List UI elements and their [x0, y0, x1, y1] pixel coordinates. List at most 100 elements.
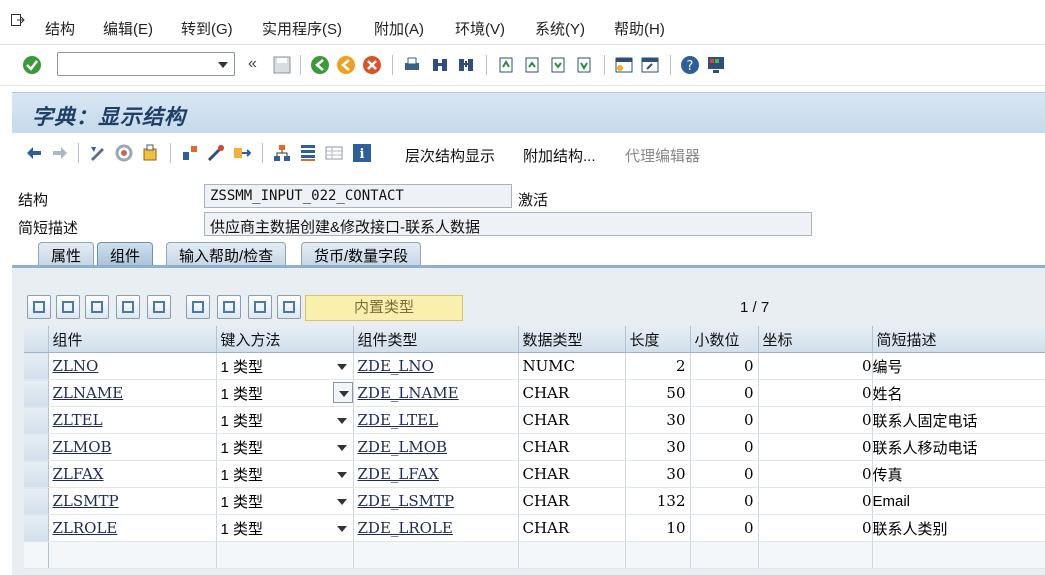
- last-page-icon[interactable]: [574, 55, 594, 75]
- enter-icon[interactable]: [22, 55, 42, 75]
- menu-environment[interactable]: 环境(V): [455, 18, 505, 39]
- hierarchy-icon[interactable]: [272, 143, 292, 163]
- empty-cell[interactable]: [518, 541, 626, 569]
- prev-page-icon[interactable]: [522, 55, 542, 75]
- column-header[interactable]: 小数位: [690, 326, 759, 353]
- activate-icon[interactable]: [140, 143, 160, 163]
- structure-field[interactable]: ZSSMM_INPUT_022_CONTACT: [204, 184, 512, 208]
- back-icon[interactable]: [310, 55, 330, 75]
- typing-method-cell[interactable]: 1 类型: [216, 487, 354, 515]
- column-header[interactable]: 组件: [48, 326, 217, 353]
- row-selector[interactable]: [24, 352, 49, 380]
- tab-attributes[interactable]: 属性: [38, 242, 95, 266]
- find-next-icon[interactable]: [456, 55, 476, 75]
- scroll-down-button[interactable]: [186, 295, 210, 319]
- chevron-down-icon[interactable]: [338, 391, 349, 397]
- save-icon[interactable]: [272, 55, 292, 75]
- builtin-type-button[interactable]: 内置类型: [305, 295, 463, 321]
- first-page-icon[interactable]: [496, 55, 516, 75]
- find-icon[interactable]: [430, 55, 450, 75]
- expand-icon[interactable]: «: [248, 55, 257, 73]
- append-structure-button[interactable]: 附加结构...: [523, 145, 596, 166]
- chevron-down-icon[interactable]: [218, 62, 228, 68]
- empty-cell[interactable]: [353, 541, 519, 569]
- empty-cell[interactable]: [625, 541, 691, 569]
- cut-row-button[interactable]: [27, 295, 51, 319]
- forward-arrow-icon[interactable]: [50, 143, 70, 163]
- delete-row-button[interactable]: [147, 295, 171, 319]
- row-selector[interactable]: [24, 433, 49, 461]
- component-cell[interactable]: ZLTEL: [48, 406, 217, 434]
- typing-method-cell[interactable]: 1 类型: [216, 379, 354, 407]
- component-cell[interactable]: ZLROLE: [48, 514, 217, 542]
- menu-goto[interactable]: 转到(G): [181, 18, 233, 39]
- chevron-down-icon[interactable]: [336, 364, 347, 370]
- menu-help[interactable]: 帮助(H): [614, 18, 665, 39]
- command-field[interactable]: [57, 52, 235, 76]
- where-used-icon[interactable]: [180, 143, 200, 163]
- insert-row-button[interactable]: [116, 295, 140, 319]
- check-icon[interactable]: [114, 143, 134, 163]
- cancel-icon[interactable]: [362, 55, 382, 75]
- row-selector[interactable]: [24, 487, 49, 515]
- menu-extras[interactable]: 附加(A): [374, 18, 424, 39]
- component-type-cell[interactable]: ZDE_LSMTP: [353, 487, 519, 515]
- row-selector[interactable]: [24, 541, 49, 569]
- component-type-cell[interactable]: ZDE_LROLE: [353, 514, 519, 542]
- navigate-icon[interactable]: [232, 143, 252, 163]
- short-description-field[interactable]: 供应商主数据创建&修改接口-联系人数据: [204, 212, 812, 236]
- detail-button[interactable]: [248, 295, 272, 319]
- display-change-icon[interactable]: [88, 143, 108, 163]
- typing-method-cell[interactable]: 1 类型: [216, 406, 354, 434]
- help-icon[interactable]: ?: [680, 55, 700, 75]
- magic-wand-icon[interactable]: [206, 143, 226, 163]
- component-type-cell[interactable]: ZDE_LNO: [353, 352, 519, 380]
- empty-cell[interactable]: [872, 541, 1045, 569]
- chevron-down-icon[interactable]: [336, 499, 347, 505]
- tab-currency-quantity[interactable]: 货币/数量字段: [301, 242, 422, 266]
- info-icon[interactable]: i: [352, 143, 372, 163]
- select-all-cell[interactable]: [24, 326, 49, 353]
- component-cell[interactable]: ZLNAME: [48, 379, 217, 407]
- row-selector[interactable]: [24, 406, 49, 434]
- column-header[interactable]: 键入方法: [216, 326, 354, 353]
- next-page-icon[interactable]: [548, 55, 568, 75]
- column-header[interactable]: 长度: [625, 326, 691, 353]
- tab-components[interactable]: 组件: [97, 242, 154, 266]
- empty-cell[interactable]: [690, 541, 759, 569]
- list-icon[interactable]: [298, 143, 318, 163]
- menu-exit-icon[interactable]: [11, 14, 25, 26]
- column-header[interactable]: 数据类型: [518, 326, 626, 353]
- exit-icon[interactable]: [336, 55, 356, 75]
- chevron-down-icon[interactable]: [336, 418, 347, 424]
- empty-cell[interactable]: [216, 541, 354, 569]
- chevron-down-icon[interactable]: [336, 526, 347, 532]
- component-type-cell[interactable]: ZDE_LTEL: [353, 406, 519, 434]
- component-type-cell[interactable]: ZDE_LMOB: [353, 433, 519, 461]
- paste-row-button[interactable]: [85, 295, 109, 319]
- customize-layout-icon[interactable]: [706, 55, 726, 75]
- scroll-up-button[interactable]: [277, 295, 301, 319]
- component-cell[interactable]: ZLSMTP: [48, 487, 217, 515]
- component-type-cell[interactable]: ZDE_LNAME: [353, 379, 519, 407]
- chevron-down-icon[interactable]: [336, 445, 347, 451]
- row-selector[interactable]: [24, 379, 49, 407]
- typing-method-cell[interactable]: 1 类型: [216, 514, 354, 542]
- menu-system[interactable]: 系统(Y): [535, 18, 585, 39]
- column-header[interactable]: 坐标: [758, 326, 873, 353]
- empty-cell[interactable]: [758, 541, 873, 569]
- column-header[interactable]: 组件类型: [353, 326, 519, 353]
- component-cell[interactable]: ZLMOB: [48, 433, 217, 461]
- hierarchy-display-button[interactable]: 层次结构显示: [405, 145, 495, 166]
- row-selector[interactable]: [24, 514, 49, 542]
- back-arrow-icon[interactable]: [24, 143, 44, 163]
- menu-edit[interactable]: 编辑(E): [103, 18, 153, 39]
- expand-button[interactable]: [217, 295, 241, 319]
- component-cell[interactable]: ZLNO: [48, 352, 217, 380]
- new-session-icon[interactable]: [614, 55, 634, 75]
- copy-row-button[interactable]: [56, 295, 80, 319]
- table-icon[interactable]: [324, 143, 344, 163]
- menu-structure[interactable]: 结构: [45, 18, 75, 39]
- typing-method-cell[interactable]: 1 类型: [216, 433, 354, 461]
- print-icon[interactable]: [402, 55, 422, 75]
